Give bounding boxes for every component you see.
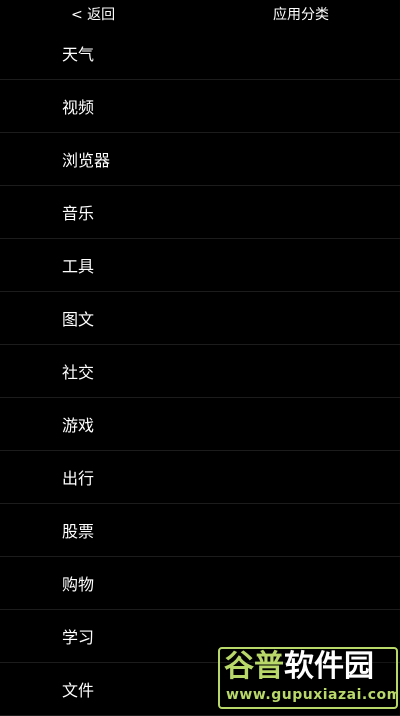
category-item-music[interactable]: 音乐 — [0, 186, 400, 239]
category-item-stocks[interactable]: 股票 — [0, 504, 400, 557]
page-title: 应用分类 — [273, 7, 329, 23]
category-item-tools[interactable]: 工具 — [0, 239, 400, 292]
category-list: 天气 视频 浏览器 音乐 工具 图文 社交 游戏 出行 股票 购物 学习 文件 — [0, 27, 400, 716]
category-item-weather[interactable]: 天气 — [0, 27, 400, 80]
watermark-brand-part1: 谷普 — [224, 649, 284, 684]
watermark-url: www.gupuxiazai.com — [226, 687, 398, 703]
watermark-logo: 谷普软件园 www.gupuxiazai.com — [218, 647, 398, 709]
watermark-brand: 谷普软件园 — [224, 651, 374, 683]
back-button[interactable]: < 返回 — [71, 4, 115, 24]
category-item-browser[interactable]: 浏览器 — [0, 133, 400, 186]
category-item-travel[interactable]: 出行 — [0, 451, 400, 504]
watermark-brand-part2: 软件园 — [284, 649, 374, 684]
category-item-image-text[interactable]: 图文 — [0, 292, 400, 345]
category-item-games[interactable]: 游戏 — [0, 398, 400, 451]
category-item-video[interactable]: 视频 — [0, 80, 400, 133]
header-bar: < 返回 应用分类 — [0, 0, 400, 27]
category-item-shopping[interactable]: 购物 — [0, 557, 400, 610]
category-item-social[interactable]: 社交 — [0, 345, 400, 398]
